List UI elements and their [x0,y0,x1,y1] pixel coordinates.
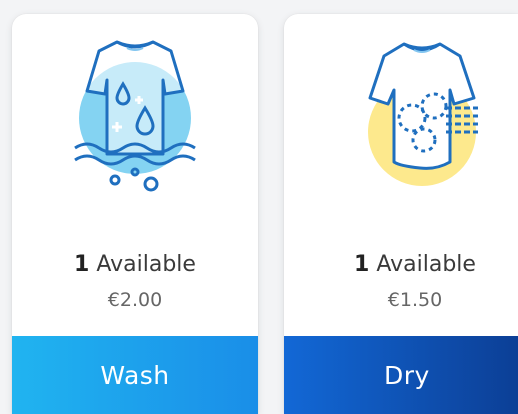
price-text: €2.00 [107,289,163,311]
price-text: €1.50 [387,289,443,311]
dry-card[interactable]: 1 Available €1.50 Dry [284,14,518,414]
available-count: 1 [74,252,90,277]
dry-button[interactable]: Dry [284,336,518,414]
drying-shirt-icon [342,36,502,196]
washing-shirt-icon [55,36,215,196]
wash-card[interactable]: 1 Available €2.00 Wash [12,14,258,414]
available-label: Available [96,252,196,277]
available-count: 1 [354,252,370,277]
availability-text: 1 Available [284,252,518,277]
wash-button[interactable]: Wash [12,336,258,414]
availability-text: 1 Available [12,252,258,277]
available-label: Available [376,252,476,277]
